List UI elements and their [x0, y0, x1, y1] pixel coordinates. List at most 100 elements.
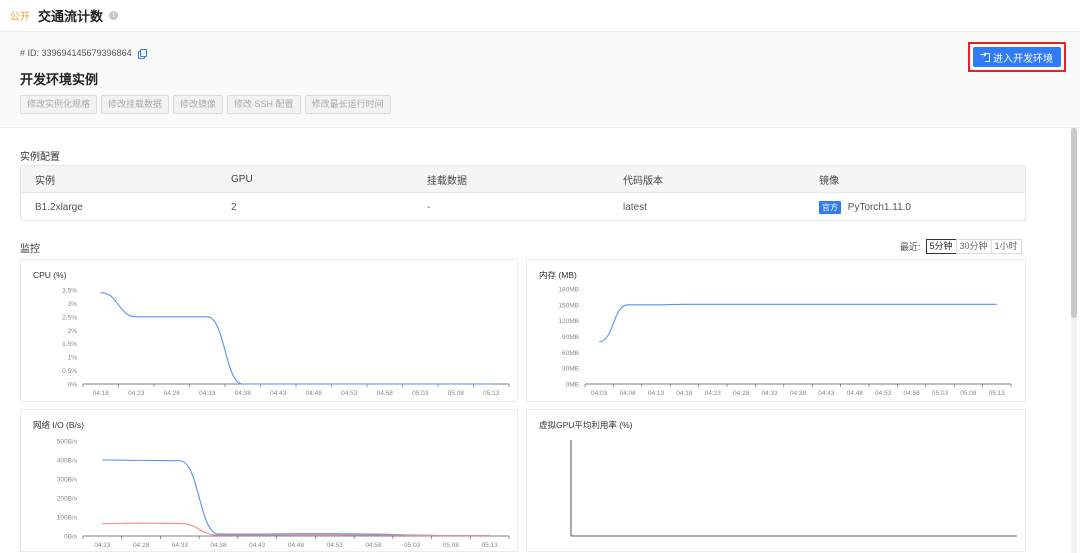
x-tick-label: 05:13: [481, 542, 498, 549]
x-tick-label: 05:08: [443, 542, 460, 549]
table-cell: B1.2xlarge: [35, 201, 83, 213]
config-section-label: 实例配置: [20, 152, 60, 163]
edit-mount-button[interactable]: 修改挂载数据: [101, 95, 170, 114]
chart-title: 内存 (MB): [539, 270, 577, 280]
x-tick-label: 04:08: [619, 390, 636, 397]
gpu-chart-panel: 虚拟GPU平均利用率 (%): [526, 409, 1026, 552]
column-header: 代码版本: [623, 175, 663, 187]
x-tick-label: 04:53: [875, 390, 892, 397]
enter-dev-env-button[interactable]: 进入开发环境: [973, 47, 1061, 67]
edit-runtime-button[interactable]: 修改最长运行时间: [304, 95, 391, 114]
column-header: GPU: [231, 173, 253, 185]
y-tick-label: 90MB: [562, 334, 579, 341]
y-tick-label: 1%: [68, 355, 78, 362]
page-scrollbar[interactable]: [1071, 128, 1077, 553]
login-icon: [980, 50, 990, 62]
y-tick-label: 0MB: [566, 382, 579, 389]
range-30min-button[interactable]: 30分钟: [955, 239, 992, 254]
x-tick-label: 04:53: [341, 390, 358, 397]
edit-spec-button[interactable]: 修改实例化规格: [20, 95, 98, 114]
y-tick-label: 1.5%: [62, 341, 77, 348]
x-tick-label: 05:03: [932, 390, 949, 397]
instance-id: # ID: 339694145679396864: [20, 48, 147, 59]
x-tick-label: 04:13: [648, 390, 665, 397]
x-tick-label: 04:38: [210, 542, 227, 549]
table-header: 实例 GPU 挂载数据 代码版本 镜像: [21, 166, 1025, 193]
config-table: 实例 GPU 挂载数据 代码版本 镜像 B1.2xlarge 2 - lates…: [20, 165, 1026, 221]
x-tick-label: 04:03: [591, 390, 608, 397]
y-tick-label: 500B/s: [57, 439, 78, 446]
x-tick-label: 04:38: [235, 390, 252, 397]
x-tick-label: 05:03: [412, 390, 429, 397]
enter-button-highlight: 进入开发环境: [968, 42, 1066, 72]
time-range-selector: 最近: 5分钟 30分钟 1小时: [900, 239, 1022, 254]
column-header: 实例: [35, 175, 55, 187]
table-cell: 2: [231, 201, 237, 213]
memory-chart-panel: 内存 (MB) 0MB 30MB 60MB 90MB 120MB 150MB 180MB 04:…: [526, 259, 1026, 402]
x-tick-label: 04:18: [676, 390, 693, 397]
info-icon[interactable]: i: [109, 11, 119, 20]
x-tick-label: 04:28: [733, 390, 750, 397]
enter-dev-env-label: 进入开发环境: [993, 53, 1053, 65]
y-tick-label: 30MB: [562, 366, 579, 373]
monitor-section-label: 监控: [20, 244, 40, 255]
x-tick-label: 04:28: [133, 542, 150, 549]
x-tick-label: 04:38: [790, 390, 807, 397]
series-line: [102, 459, 490, 537]
x-tick-label: 05:08: [448, 390, 465, 397]
instance-id-text: # ID: 339694145679396864: [20, 48, 132, 58]
x-tick-label: 04:23: [705, 390, 722, 397]
action-row: 修改实例化规格 修改挂载数据 修改镜像 修改 SSH 配置 修改最长运行时间: [20, 95, 391, 114]
x-tick-label: 04:18: [93, 390, 110, 397]
chart-title: 网络 I/O (B/s): [33, 420, 84, 430]
x-tick-label: 04:48: [288, 542, 305, 549]
x-tick-label: 04:43: [249, 542, 266, 549]
x-tick-label: 04:28: [164, 390, 181, 397]
x-tick-label: 04:43: [818, 390, 835, 397]
column-header: 挂载数据: [427, 175, 467, 187]
public-badge: 公开: [10, 12, 30, 23]
x-tick-label: 04:33: [172, 542, 189, 549]
range-5min-button[interactable]: 5分钟: [925, 239, 957, 254]
x-tick-label: 04:43: [270, 390, 287, 397]
y-tick-label: 100B/s: [57, 515, 78, 522]
x-tick-label: 04:48: [306, 390, 323, 397]
y-tick-label: 180MB: [558, 287, 579, 294]
edit-image-button[interactable]: 修改镜像: [173, 95, 224, 114]
copy-icon[interactable]: [137, 49, 147, 59]
table-cell: latest: [623, 201, 647, 213]
instance-title: 开发环境实例: [20, 72, 99, 87]
scrollbar-thumb[interactable]: [1071, 128, 1077, 318]
range-1hour-button[interactable]: 1小时: [990, 239, 1022, 254]
series-line: [599, 303, 997, 343]
x-tick-label: 04:23: [94, 542, 111, 549]
y-tick-label: 0B/s: [64, 534, 78, 541]
chart-title: CPU (%): [33, 270, 67, 280]
x-tick-label: 04:33: [761, 390, 778, 397]
x-tick-label: 04:48: [847, 390, 864, 397]
image-name: PyTorch1.11.0: [847, 201, 911, 213]
edit-ssh-button[interactable]: 修改 SSH 配置: [227, 95, 301, 114]
x-tick-label: 04:58: [377, 390, 394, 397]
chart-svg: 虚拟GPU平均利用率 (%): [539, 420, 1017, 537]
y-tick-label: 0.5%: [62, 368, 77, 375]
x-tick-label: 04:53: [327, 542, 344, 549]
table-cell: -: [427, 201, 431, 213]
network-chart-panel: 网络 I/O (B/s) 0B/s 100B/s 200B/s 300B/s 400B/s…: [20, 409, 518, 552]
range-label: 最近:: [900, 242, 921, 252]
x-tick-label: 05:13: [989, 390, 1006, 397]
y-tick-label: 120MB: [558, 318, 579, 325]
y-tick-label: 300B/s: [57, 477, 78, 484]
chart-svg: 内存 (MB) 0MB 30MB 60MB 90MB 120MB 150MB 180MB 04:…: [539, 270, 1012, 397]
cpu-chart-panel: CPU (%) 0% 0.5% 1% 1.5% 2% 2.5% 3% 3.5% 04:18 04:2…: [20, 259, 518, 402]
y-tick-label: 2.5%: [62, 314, 77, 321]
x-tick-label: 05:13: [483, 390, 500, 397]
y-tick-label: 200B/s: [57, 496, 78, 503]
x-tick-label: 05:08: [960, 390, 977, 397]
y-tick-label: 400B/s: [57, 458, 78, 465]
x-tick-label: 04:58: [365, 542, 382, 549]
chart-svg: CPU (%) 0% 0.5% 1% 1.5% 2% 2.5% 3% 3.5% 04:18 04:2…: [33, 270, 510, 397]
series-line: [100, 292, 492, 385]
x-tick-label: 04:58: [903, 390, 920, 397]
column-header: 镜像: [819, 175, 839, 187]
